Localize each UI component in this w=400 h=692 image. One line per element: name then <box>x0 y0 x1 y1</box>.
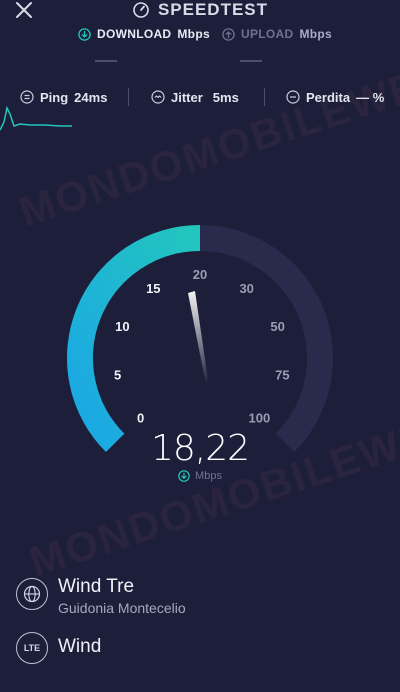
network-badge: LTE <box>23 643 41 653</box>
gauge-needle <box>188 291 208 385</box>
speed-unit-label: Mbps <box>195 470 222 482</box>
jitter-label: Jitter <box>171 89 203 105</box>
provider-location: Guidonia Montecelio <box>58 600 186 616</box>
speed-sparkline <box>0 105 72 131</box>
gauge-tick-label: 0 <box>137 410 144 425</box>
network-info[interactable]: LTE Wind <box>16 632 386 672</box>
gauge-tick-label: 50 <box>270 319 284 334</box>
lte-icon: LTE <box>16 632 48 664</box>
tab-download-indicator <box>95 60 117 62</box>
upload-icon <box>222 27 235 41</box>
tab-download-unit: Mbps <box>177 27 210 41</box>
gauge-tick-label: 15 <box>146 281 160 296</box>
download-icon <box>78 27 91 41</box>
tab-download[interactable]: DOWNLOAD Mbps <box>78 24 210 44</box>
tab-upload-label: UPLOAD <box>241 27 294 41</box>
watermark: MONDOMOBILEWEB <box>13 51 400 236</box>
tab-download-label: DOWNLOAD <box>97 27 172 41</box>
globe-icon <box>16 578 48 610</box>
speedometer-icon <box>133 2 149 18</box>
loss-label: Perdita <box>306 89 351 105</box>
tab-upload-indicator <box>240 60 262 62</box>
divider <box>264 88 265 106</box>
download-icon <box>178 470 190 482</box>
gauge-tick-label: 10 <box>115 319 129 334</box>
app-title-text: SPEEDTEST <box>157 0 269 19</box>
provider-name: Wind Tre <box>58 576 135 597</box>
gauge-tick-label: 100 <box>249 410 271 425</box>
gauge-tick-label: 30 <box>239 281 253 296</box>
tab-upload[interactable]: UPLOAD Mbps <box>222 24 332 44</box>
jitter-icon <box>151 90 165 104</box>
speed-unit: Mbps <box>0 470 400 482</box>
app-title: SPEEDTEST <box>0 0 400 22</box>
jitter-value: 5ms <box>212 89 239 105</box>
loss-icon <box>286 90 300 104</box>
jitter-stat: Jitter 5ms <box>151 84 239 110</box>
gauge-tick-label: 75 <box>275 367 289 382</box>
speed-value: 18,22 <box>150 428 250 469</box>
loss-stat: Perdita — % <box>286 84 384 110</box>
tab-upload-unit: Mbps <box>299 27 332 41</box>
divider <box>128 88 129 106</box>
gauge-tick-label: 20 <box>193 267 207 282</box>
loss-value: — % <box>356 89 385 105</box>
provider-info[interactable]: Wind Tre Guidonia Montecelio <box>16 576 386 618</box>
gauge-tick-label: 5 <box>114 367 121 382</box>
network-name: Wind <box>58 636 102 657</box>
